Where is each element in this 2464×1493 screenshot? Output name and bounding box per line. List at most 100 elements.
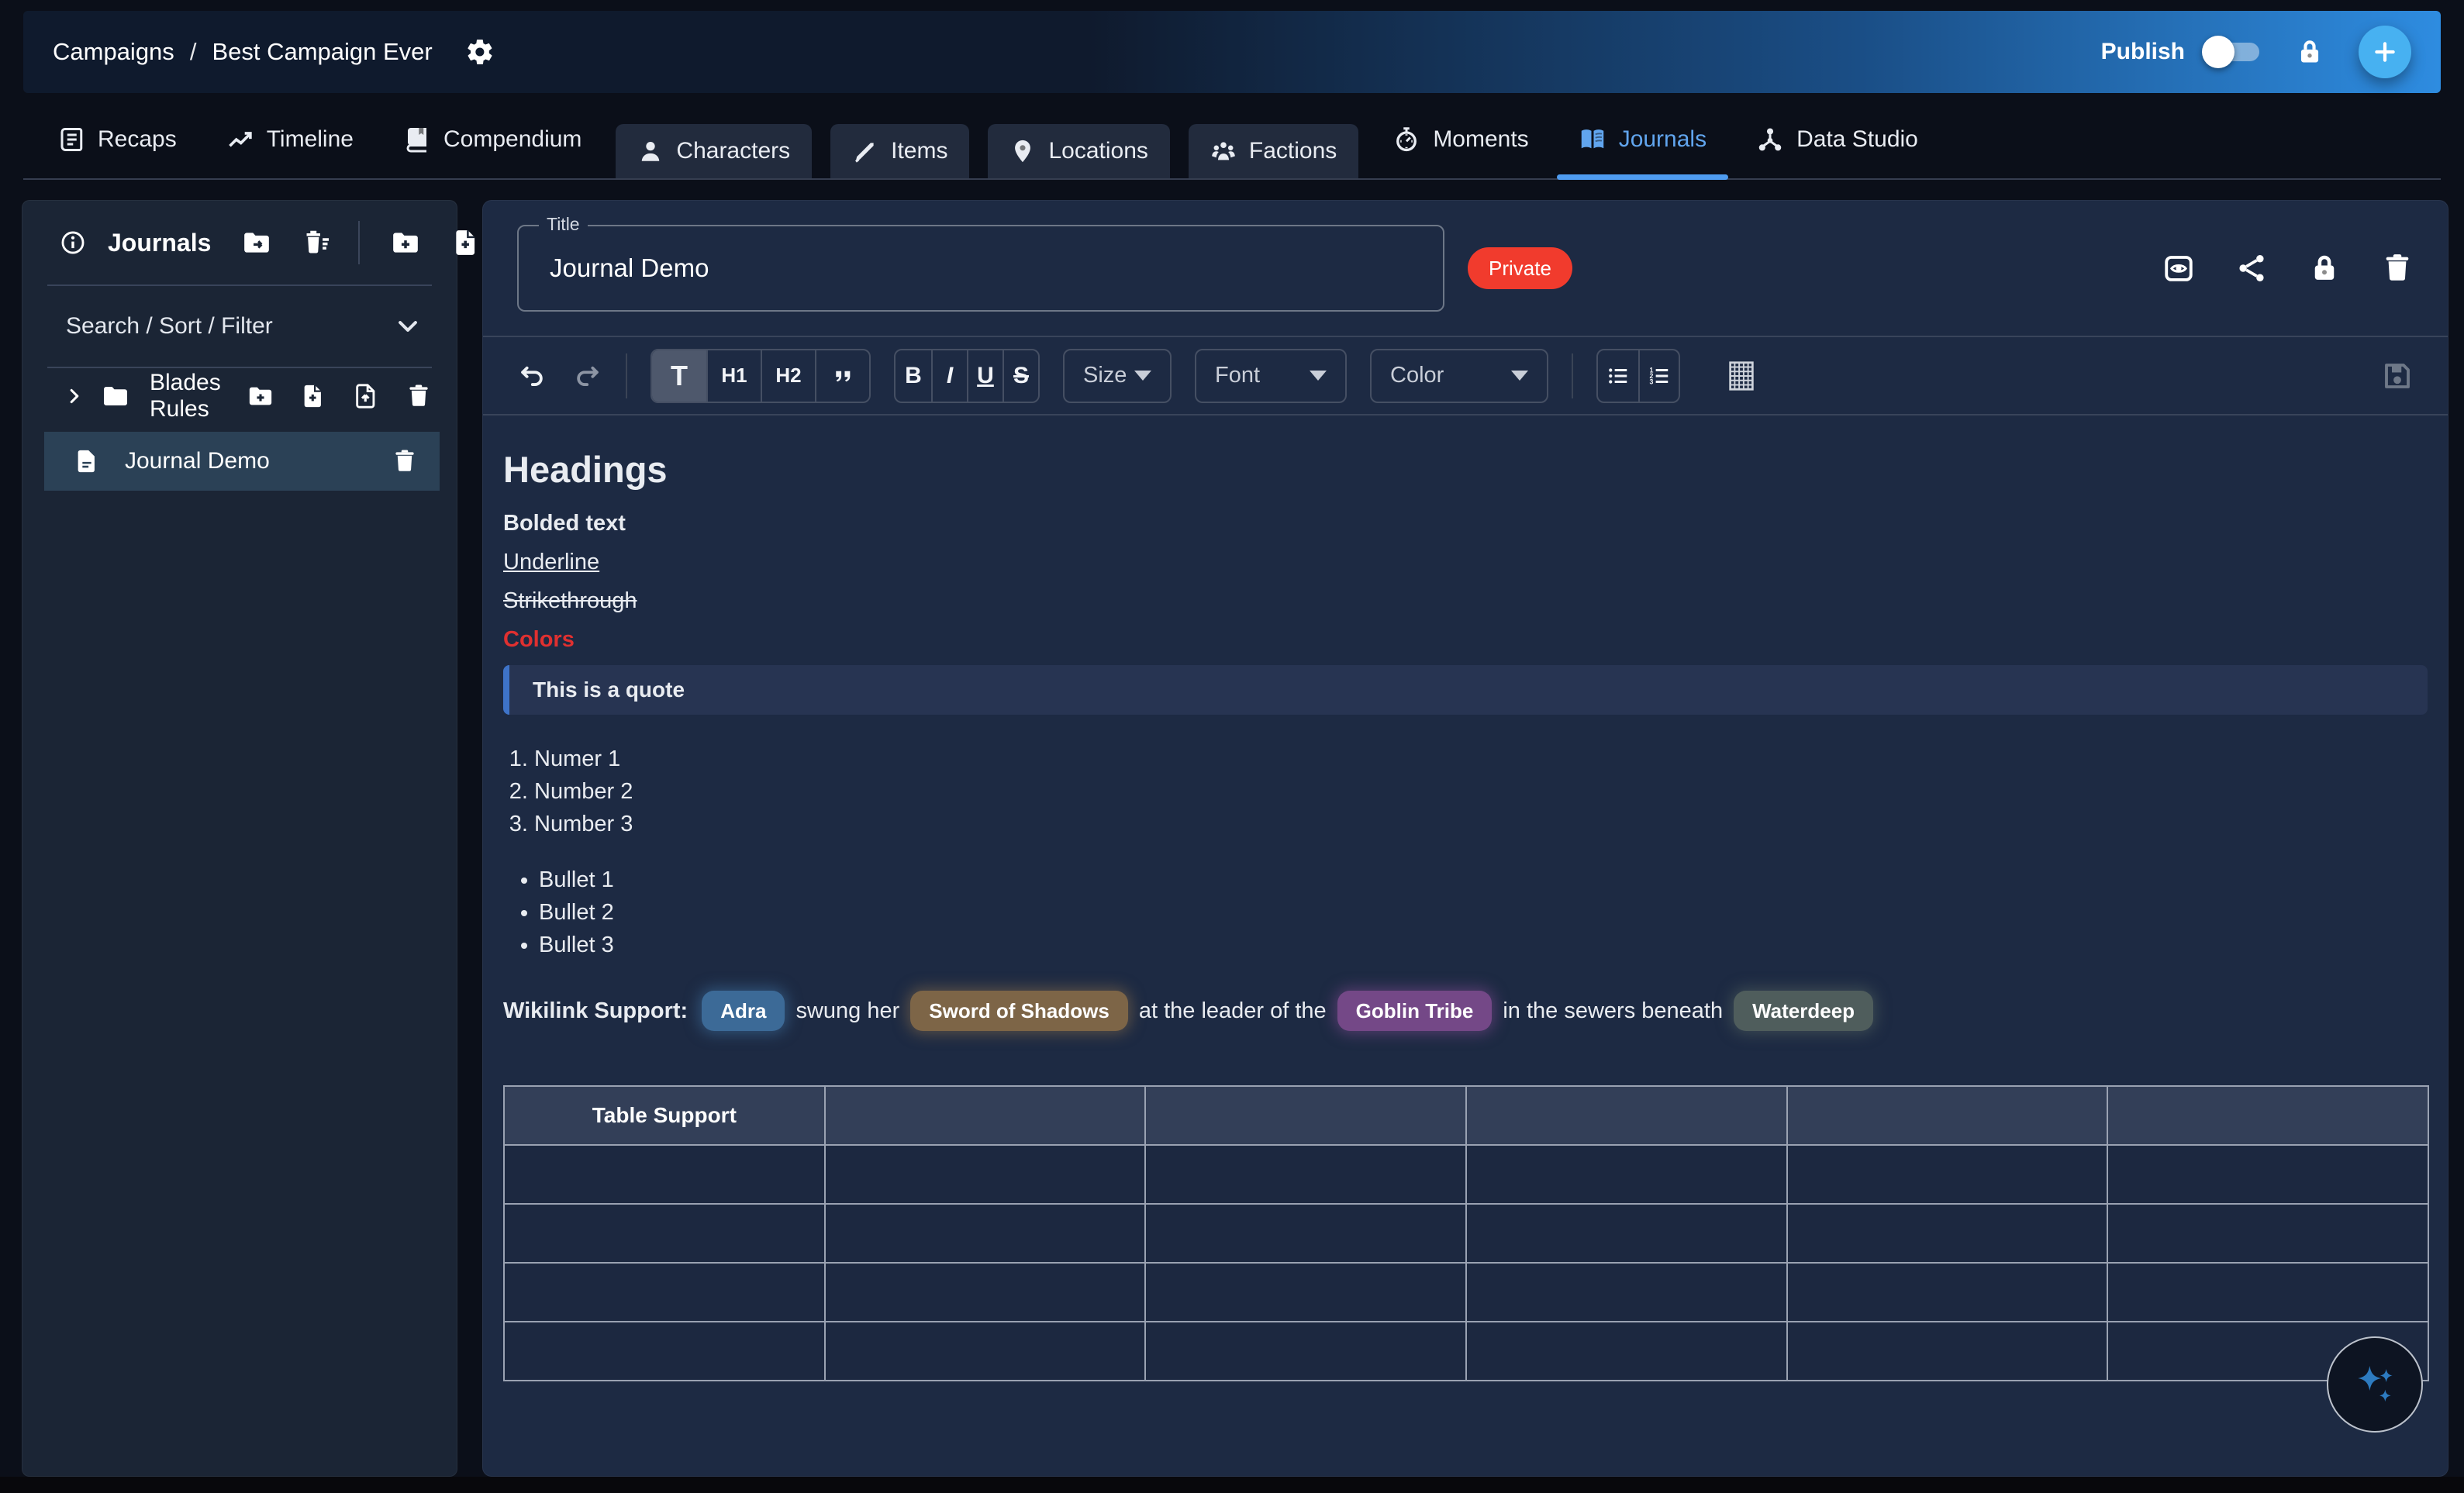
italic-button[interactable]: I [931,350,967,402]
wikilink-badge-adra[interactable]: Adra [702,991,785,1031]
wikilink-badge-sword-of-shadows[interactable]: Sword of Shadows [910,991,1128,1031]
tab-locations[interactable]: Locations [988,124,1169,178]
tab-timeline[interactable]: Timeline [202,101,378,178]
table-cell[interactable] [504,1322,825,1381]
campaign-lock-button[interactable] [2295,37,2324,67]
journal-document-editor[interactable]: Headings Bolded text Underline Strikethr… [483,415,2448,1476]
font-dropdown[interactable]: Font [1195,349,1347,403]
campaign-settings-button[interactable] [465,37,495,67]
table-cell[interactable] [504,1145,825,1204]
table-cell[interactable] [1145,1204,1466,1263]
heading2-button[interactable]: H2 [761,350,815,402]
table-cell[interactable] [1787,1263,2108,1322]
table-header-cell[interactable]: Table Support [504,1086,825,1145]
tab-moments[interactable]: Moments [1368,101,1553,178]
table-cell[interactable] [1145,1322,1466,1381]
table-cell[interactable] [1787,1322,2108,1381]
table-cell[interactable] [1466,1145,1787,1204]
table-cell[interactable] [2107,1145,2428,1204]
folder-new-journal-button[interactable] [300,383,326,409]
bulk-delete-button[interactable] [302,228,332,257]
breadcrumb-campaign-name[interactable]: Best Campaign Ever [212,38,432,66]
preview-button[interactable] [2162,252,2195,284]
wikilink-label: Wikilink Support: [503,998,688,1024]
table-cell[interactable] [2107,1204,2428,1263]
table-cell[interactable] [2107,1263,2428,1322]
table-cell[interactable] [825,1263,1146,1322]
strikethrough-button[interactable]: S [1003,350,1038,402]
bullet-list-button[interactable] [1598,350,1638,402]
tab-factions[interactable]: Factions [1189,124,1358,178]
paragraph-button[interactable]: T [652,350,706,402]
undo-button[interactable] [517,361,547,391]
new-folder-button[interactable] [391,228,420,257]
wikilink-badge-goblin-tribe[interactable]: Goblin Tribe [1337,991,1493,1031]
publish-toggle[interactable] [2205,40,2261,64]
stopwatch-icon [1392,126,1420,153]
table-cell[interactable] [1466,1322,1787,1381]
quote-icon [831,364,854,388]
move-to-folder-button[interactable] [242,228,271,257]
table-header-cell[interactable] [1466,1086,1787,1145]
title-input[interactable]: Title Journal Demo [517,225,1444,312]
tab-items[interactable]: Items [830,124,969,178]
bullet-list-item: Bullet 2 [539,896,2428,929]
table-cell[interactable] [1145,1145,1466,1204]
insert-table-button[interactable] [1724,358,1759,394]
table-cell[interactable] [504,1204,825,1263]
add-button[interactable] [2359,26,2411,78]
redo-button[interactable] [573,361,602,391]
tab-data-studio[interactable]: Data Studio [1731,101,1943,178]
table-cell[interactable] [825,1145,1146,1204]
table-header-cell[interactable] [1787,1086,2108,1145]
search-sort-filter-toggle[interactable]: Search / Sort / Filter [22,286,457,367]
breadcrumb-campaigns[interactable]: Campaigns [53,38,174,66]
wikilink-badge-waterdeep[interactable]: Waterdeep [1734,991,1873,1031]
redo-icon [573,361,602,391]
ai-assistant-button[interactable] [2327,1336,2423,1433]
folder-new-subfolder-button[interactable] [247,383,274,409]
wikilink-text: swung her [795,998,899,1024]
lock-journal-button[interactable] [2308,252,2341,284]
journal-delete-button[interactable] [392,448,418,474]
bold-button[interactable]: B [896,350,931,402]
share-button[interactable] [2235,252,2268,284]
numbered-list-button[interactable] [1638,350,1679,402]
size-dropdown[interactable]: Size [1063,349,1172,403]
tab-journals[interactable]: Journals [1554,101,1731,178]
folder-delete-button[interactable] [405,383,432,409]
table-cell[interactable] [1787,1204,2108,1263]
blockquote-button[interactable] [815,350,869,402]
table-cell[interactable] [504,1263,825,1322]
table-header-cell[interactable] [1145,1086,1466,1145]
folder-import-button[interactable] [353,383,379,409]
journals-info-button[interactable] [60,229,86,256]
save-button[interactable] [2381,360,2414,392]
new-journal-button[interactable] [451,228,481,257]
underline-button[interactable]: U [967,350,1003,402]
table-cell[interactable] [1787,1145,2108,1204]
section-tabs: Recaps Timeline Compendium Characters It… [23,101,2441,180]
color-dropdown-label: Color [1390,363,1444,388]
tab-compendium[interactable]: Compendium [378,101,606,178]
folder-row-blades-rules[interactable]: Blades Rules [22,368,457,424]
table-header-cell[interactable] [825,1086,1146,1145]
divider [1572,353,1573,398]
tab-recaps[interactable]: Recaps [33,101,202,178]
tab-characters[interactable]: Characters [616,124,812,178]
list-format-group [1596,349,1680,403]
table-cell[interactable] [1466,1263,1787,1322]
delete-journal-button[interactable] [2381,252,2414,284]
privacy-badge[interactable]: Private [1468,247,1572,289]
heading1-button[interactable]: H1 [706,350,761,402]
table-cell[interactable] [825,1322,1146,1381]
table-cell[interactable] [1466,1204,1787,1263]
table-cell[interactable] [825,1204,1146,1263]
folder-move-icon [242,228,271,257]
table-header-cell[interactable] [2107,1086,2428,1145]
journal-row-journal-demo[interactable]: Journal Demo [44,432,440,491]
expand-folder-button[interactable] [64,386,85,406]
color-dropdown[interactable]: Color [1370,349,1548,403]
table-cell[interactable] [1145,1263,1466,1322]
file-icon [74,448,100,474]
